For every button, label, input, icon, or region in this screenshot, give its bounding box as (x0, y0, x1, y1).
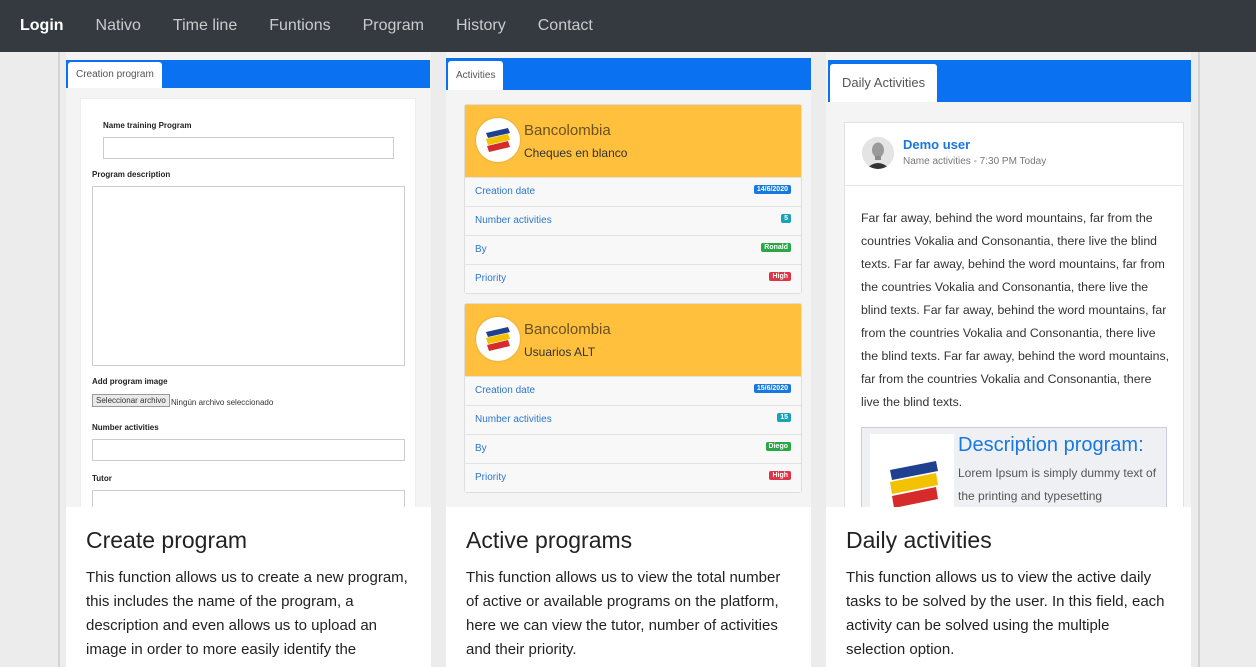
program-form: Name training Program Program descriptio… (80, 98, 416, 507)
priority-badge: High (769, 272, 791, 281)
program-description-textarea[interactable] (92, 186, 405, 366)
program-name-input[interactable] (103, 137, 394, 159)
tutor-badge: Diego (765, 442, 791, 451)
bank-logo-icon (476, 317, 520, 361)
daily-activities-panel: Daily Activities Demo user Name activiti… (826, 52, 1191, 667)
description-title: Description program: (958, 434, 1144, 456)
caption: Daily activities This function allows us… (826, 507, 1191, 667)
program-card[interactable]: Bancolombia Usuarios ALT Creation date 1… (464, 303, 802, 493)
divider (845, 185, 1183, 186)
tab-bar: Creation program (66, 60, 430, 88)
create-program-screenshot: Creation program Name training Program P… (66, 52, 431, 507)
tab-bar: Activities (446, 58, 811, 90)
by-row: By Ronald (465, 235, 801, 264)
file-status-text: Ningún archivo seleccionado (171, 398, 274, 407)
program-card-header: Bancolombia Cheques en blanco (465, 105, 801, 177)
description-label: Program description (92, 170, 171, 179)
create-program-panel: Creation program Name training Program P… (66, 52, 431, 667)
count-badge: 5 (781, 214, 791, 223)
row-label: By (475, 443, 487, 454)
date-badge: 14/6/2020 (753, 185, 791, 194)
bank-name: Bancolombia (524, 122, 611, 139)
tutor-input[interactable] (92, 490, 405, 507)
row-label: By (475, 244, 487, 255)
activity-body: Far far away, behind the word mountains,… (861, 211, 1170, 409)
count-badge: 15 (777, 413, 791, 422)
tab-activities[interactable]: Activities (448, 61, 504, 90)
tab-daily-activities[interactable]: Daily Activities (830, 64, 938, 102)
tutor-badge: Ronald (761, 243, 791, 252)
creation-date-row: Creation date 14/6/2020 (465, 177, 801, 206)
nav-contact[interactable]: Contact (538, 17, 593, 35)
description-body: Lorem Ipsum is simply dummy text of the … (958, 466, 1157, 503)
priority-row: Priority High (465, 264, 801, 293)
image-label: Add program image (92, 377, 168, 386)
nav-login[interactable]: Login (20, 17, 64, 35)
row-label: Number activities (475, 215, 552, 226)
bank-name: Bancolombia (524, 321, 611, 338)
caption-text: This function allows us to create a new … (86, 569, 408, 658)
caption-text: This function allows us to view the tota… (466, 569, 781, 658)
creation-date-row: Creation date 15/6/2020 (465, 376, 801, 405)
by-row: By Diego (465, 434, 801, 463)
nav-timeline[interactable]: Time line (173, 17, 237, 35)
nav-history[interactable]: History (456, 17, 506, 35)
activities-label: Number activities (92, 423, 159, 432)
nav-nativo[interactable]: Nativo (96, 17, 141, 35)
row-label: Creation date (475, 186, 536, 197)
nav-funtions[interactable]: Funtions (269, 17, 330, 35)
row-label: Creation date (475, 385, 536, 396)
program-subtitle: Cheques en blanco (524, 146, 628, 160)
frame-line (1198, 52, 1200, 667)
nav-program[interactable]: Program (363, 17, 424, 35)
bank-logo-icon (476, 118, 520, 162)
frame-line (58, 52, 60, 667)
caption: Create program This function allows us t… (66, 507, 431, 667)
caption-title: Create program (86, 527, 248, 553)
tab-creation-program[interactable]: Creation program (68, 62, 162, 88)
file-select-button[interactable]: Seleccionar archivo (92, 394, 170, 407)
program-card[interactable]: Bancolombia Cheques en blanco Creation d… (464, 104, 802, 294)
avatar (862, 137, 894, 169)
description-box: Description program: Lorem Ipsum is simp… (861, 427, 1167, 507)
activity-meta: Name activities - 7:30 PM Today (903, 156, 1047, 167)
priority-badge: High (769, 471, 791, 480)
caption-title: Active programs (466, 527, 633, 553)
priority-row: Priority High (465, 463, 801, 492)
program-card-header: Bancolombia Usuarios ALT (465, 304, 801, 376)
top-navbar: Login Nativo Time line Funtions Program … (0, 0, 1256, 52)
daily-activities-screenshot: Daily Activities Demo user Name activiti… (826, 52, 1191, 507)
user-name-link[interactable]: Demo user (903, 137, 970, 152)
caption: Active programs This function allows us … (446, 507, 811, 667)
tutor-label: Tutor (92, 474, 112, 483)
number-activities-row: Number activities 5 (465, 206, 801, 235)
caption-text: This function allows us to view the acti… (846, 569, 1165, 658)
row-label: Number activities (475, 414, 552, 425)
caption-title: Daily activities (846, 527, 992, 553)
active-programs-screenshot: Activities Bancolombia Cheques en blanco… (446, 52, 811, 507)
bank-logo-icon (870, 434, 954, 507)
number-activities-input[interactable] (92, 439, 405, 461)
program-subtitle: Usuarios ALT (524, 345, 596, 359)
date-badge: 15/6/2020 (753, 384, 791, 393)
active-programs-panel: Activities Bancolombia Cheques en blanco… (446, 52, 811, 667)
tab-bar: Daily Activities (828, 60, 1191, 102)
row-label: Priority (475, 273, 507, 284)
number-activities-row: Number activities 15 (465, 405, 801, 434)
row-label: Priority (475, 472, 507, 483)
activity-card: Demo user Name activities - 7:30 PM Toda… (844, 122, 1184, 507)
name-label: Name training Program (103, 121, 192, 130)
